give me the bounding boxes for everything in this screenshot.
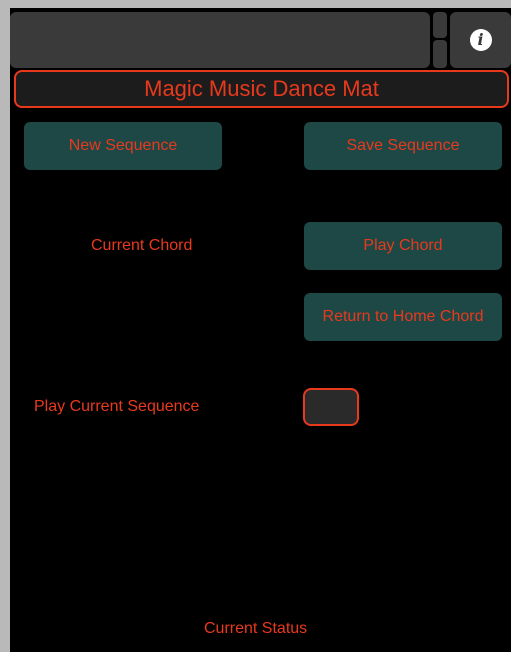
scroll-handle-bottom[interactable]: [433, 40, 447, 68]
current-chord-label: Current Chord: [91, 237, 193, 254]
play-sequence-toggle[interactable]: [303, 388, 359, 426]
info-button[interactable]: i: [450, 12, 511, 68]
return-home-chord-button[interactable]: Return to Home Chord: [304, 293, 502, 341]
scroll-handle-top[interactable]: [433, 12, 447, 38]
app-frame: i Magic Music Dance Mat New Sequence Sav…: [0, 0, 511, 652]
play-chord-button[interactable]: Play Chord: [304, 222, 502, 270]
new-sequence-button[interactable]: New Sequence: [24, 122, 222, 170]
top-display-field[interactable]: [10, 12, 430, 68]
app-screen: i Magic Music Dance Mat New Sequence Sav…: [10, 8, 511, 652]
play-current-sequence-label: Play Current Sequence: [34, 398, 200, 415]
info-icon: i: [469, 29, 492, 51]
save-sequence-button[interactable]: Save Sequence: [304, 122, 502, 170]
app-title: Magic Music Dance Mat: [14, 70, 509, 108]
current-status-label: Current Status: [204, 620, 308, 637]
